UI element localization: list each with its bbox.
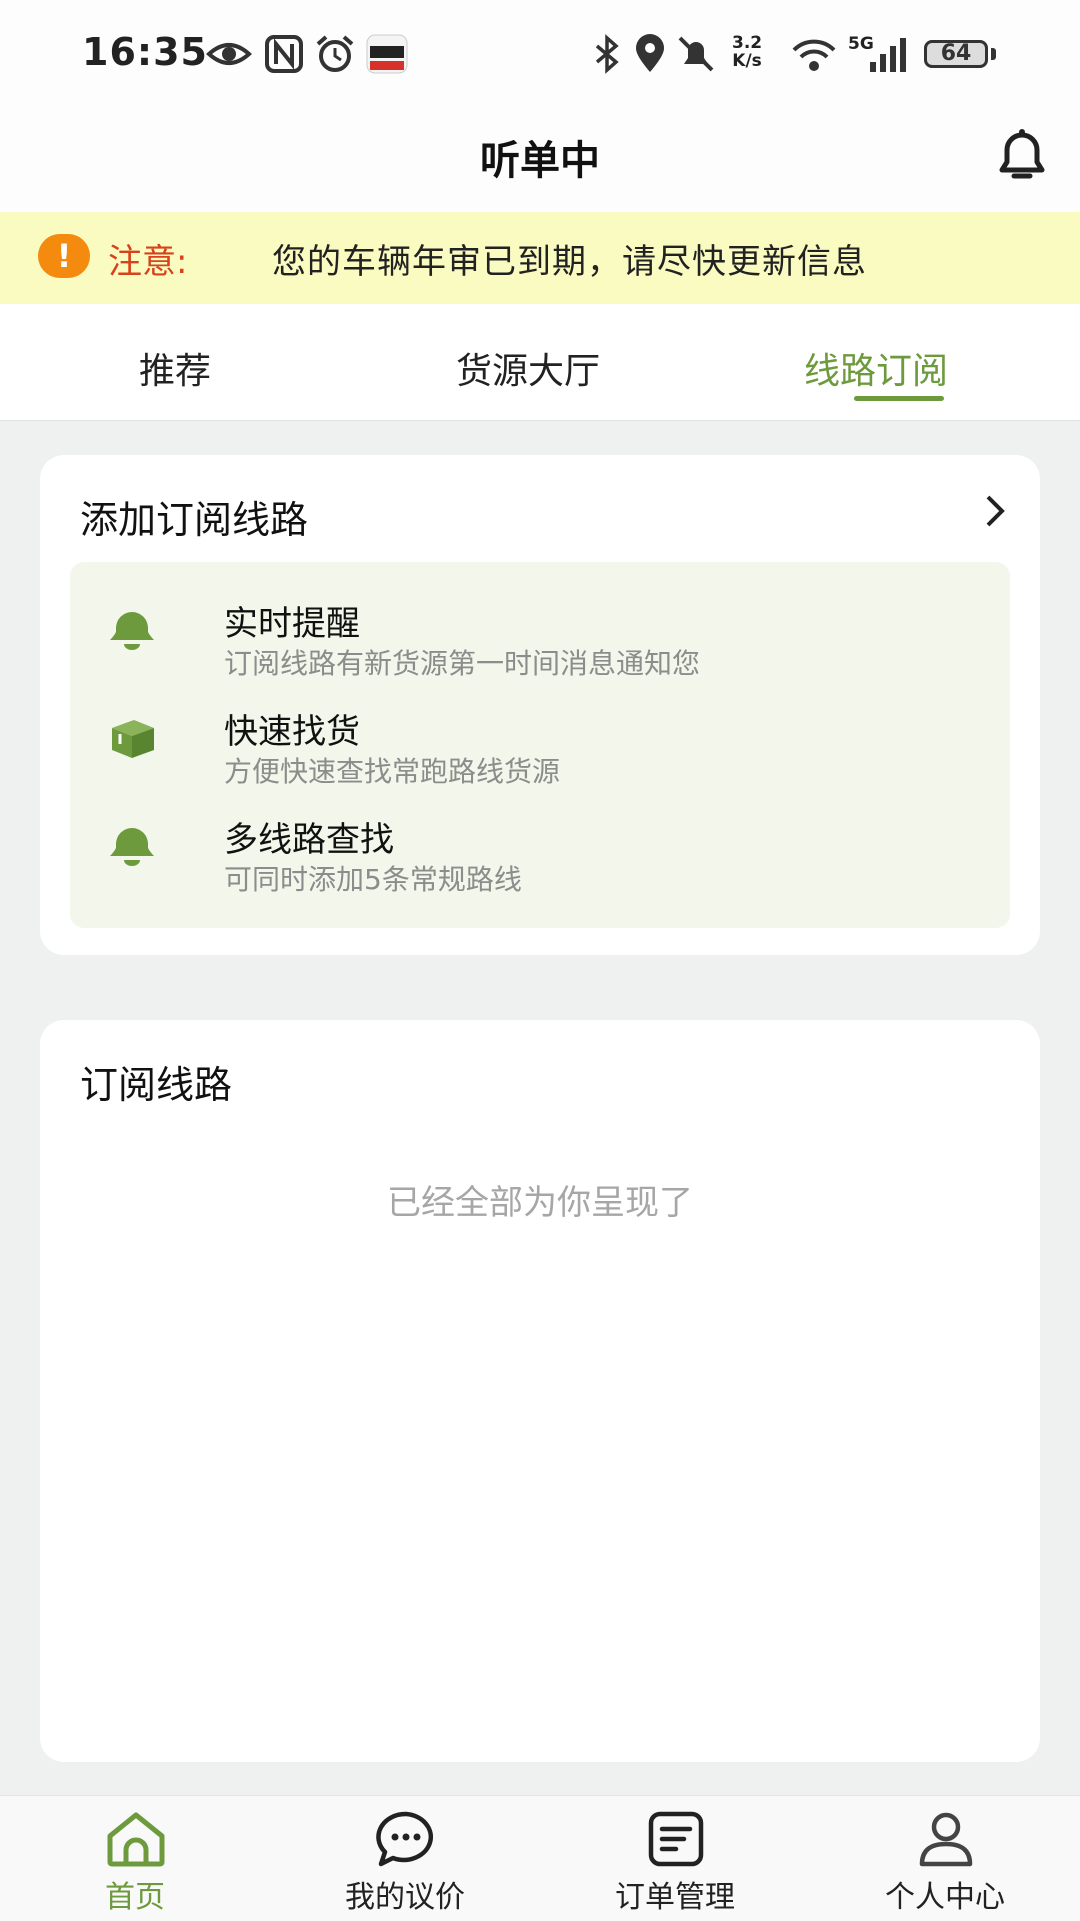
empty-state-text: 已经全部为你呈现了 [387, 1183, 693, 1223]
orders-icon [648, 1811, 704, 1867]
feature-item: 多线路查找 可同时添加5条常规路线 [106, 812, 986, 902]
feature-desc: 可同时添加5条常规路线 [224, 863, 522, 896]
bell-icon[interactable] [992, 124, 1052, 188]
page-title: 听单中 [480, 138, 600, 184]
feature-item: 快速找货 方便快速查找常跑路线货源 [106, 704, 986, 794]
bell-icon [110, 828, 154, 866]
feature-title: 快速找货 [224, 712, 360, 752]
bell-icon [110, 612, 154, 650]
notice-text: 您的车辆年审已到期，请尽快更新信息 [272, 242, 867, 282]
battery-tip [991, 48, 996, 60]
network-speed: 3.2 K/s [732, 34, 762, 70]
app-notification-icon [366, 34, 408, 74]
feature-desc: 订阅线路有新货源第一时间消息通知您 [224, 647, 701, 680]
nav-label: 订单管理 [615, 1880, 735, 1915]
nfc-icon [265, 35, 303, 73]
subscribed-routes-title: 订阅线路 [80, 1063, 233, 1107]
chat-icon [376, 1811, 433, 1867]
nav-label: 我的议价 [345, 1880, 465, 1915]
nav-label: 首页 [105, 1880, 165, 1915]
wifi-icon [792, 39, 836, 71]
alarm-icon [316, 35, 354, 72]
tab-route-subscription[interactable]: 线路订阅 [804, 342, 948, 394]
box-icon [112, 720, 154, 758]
nav-profile[interactable]: 个人中心 [810, 1796, 1080, 1921]
tab-active-indicator [854, 396, 944, 401]
tab-recommend[interactable]: 推荐 [139, 342, 211, 394]
user-icon [919, 1812, 973, 1867]
net-speed-unit: K/s [732, 51, 762, 71]
battery-indicator: 64 [924, 40, 988, 68]
tab-cargo-hall[interactable]: 货源大厅 [456, 342, 600, 394]
status-bar: 16:35 3.2 K/s 5G 64 [0, 0, 1080, 104]
nav-order-management[interactable]: 订单管理 [540, 1796, 810, 1921]
add-subscription-card[interactable]: 添加订阅线路 实时提醒 订阅线路有新货源第一时间消息通知您 快速找货 方便快速查… [40, 455, 1040, 955]
notice-label: 注意: [108, 242, 188, 282]
nav-home[interactable]: 首页 [0, 1796, 270, 1921]
feature-title: 多线路查找 [224, 820, 394, 860]
net-speed-value: 3.2 [732, 33, 763, 53]
feature-title: 实时提醒 [224, 604, 360, 644]
tab-bar: 推荐 货源大厅 线路订阅 [0, 304, 1080, 421]
add-subscription-title: 添加订阅线路 [80, 498, 309, 542]
mute-icon [678, 36, 714, 72]
app-header: 听单中 [0, 104, 1080, 212]
bluetooth-icon [595, 34, 619, 74]
feature-list: 实时提醒 订阅线路有新货源第一时间消息通知您 快速找货 方便快速查找常跑路线货源… [70, 562, 1010, 928]
feature-item: 实时提醒 订阅线路有新货源第一时间消息通知您 [106, 596, 986, 686]
chevron-right-icon[interactable] [980, 491, 1010, 531]
status-time: 16:35 [82, 30, 208, 74]
warning-icon: ! [38, 234, 90, 278]
nav-label: 个人中心 [885, 1880, 1005, 1915]
notice-banner[interactable]: ! 注意: 您的车辆年审已到期，请尽快更新信息 [0, 212, 1080, 304]
location-icon [636, 34, 664, 72]
nav-my-bids[interactable]: 我的议价 [270, 1796, 540, 1921]
eye-icon [206, 43, 252, 65]
feature-desc: 方便快速查找常跑路线货源 [224, 755, 561, 788]
signal-icon [870, 38, 906, 72]
bottom-nav: 首页 我的议价 订单管理 个人中心 [0, 1795, 1080, 1921]
subscribed-routes-card: 订阅线路 已经全部为你呈现了 [40, 1020, 1040, 1762]
home-icon [107, 1812, 165, 1867]
